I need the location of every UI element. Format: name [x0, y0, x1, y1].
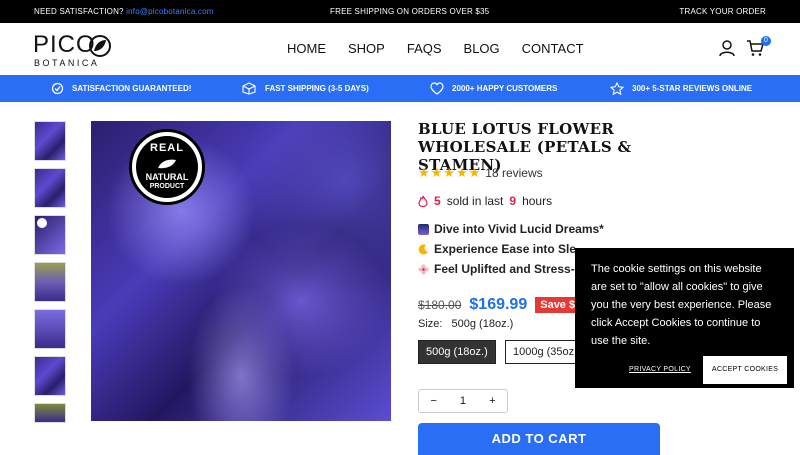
seal-line2: NATURAL: [145, 172, 189, 182]
feature-text: Feel Uplifted and Stress-: [434, 262, 575, 276]
seal-line1: REAL: [150, 142, 184, 154]
free-shipping-notice: FREE SHIPPING ON ORDERS OVER $35: [330, 7, 490, 16]
heart-icon: [430, 82, 444, 95]
track-order-link[interactable]: TRACK YOUR ORDER: [679, 7, 766, 16]
need-satisfaction: NEED SATISFACTION? info@picobotanica.com: [34, 7, 214, 16]
benefit-satisfaction: SATISFACTION GUARANTEED!: [51, 82, 191, 95]
add-to-cart-button[interactable]: ADD TO CART: [418, 423, 660, 455]
seal-line3: PRODUCT: [149, 183, 185, 190]
real-natural-product-seal: REAL NATURAL PRODUCT: [129, 129, 205, 205]
benefit-label: FAST SHIPPING (3-5 DAYS): [265, 84, 369, 93]
accept-cookies-button[interactable]: ACCEPT COOKIES: [702, 356, 788, 384]
increase-quantity-button[interactable]: +: [478, 395, 507, 407]
benefit-customers: 2000+ HAPPY CUSTOMERS: [430, 82, 557, 95]
feature-text: Experience Ease into Sle: [434, 242, 577, 256]
benefit-label: 2000+ HAPPY CUSTOMERS: [452, 84, 558, 93]
size-selector-label: Size: 500g (18oz.): [418, 318, 513, 330]
thumbnail-image[interactable]: [34, 262, 66, 302]
nav-shop[interactable]: SHOP: [348, 41, 385, 56]
nav-blog[interactable]: BLOG: [464, 41, 500, 56]
benefits-bar: SATISFACTION GUARANTEED! FAST SHIPPING (…: [0, 75, 800, 102]
top-announcement-bar: NEED SATISFACTION? info@picobotanica.com…: [0, 0, 800, 23]
thumbnail-gallery: [34, 121, 66, 430]
logo-sub: BOTANICA: [34, 58, 100, 68]
size-label: Size:: [418, 318, 443, 330]
badge-icon: [51, 82, 64, 95]
quantity-value[interactable]: 1: [448, 395, 477, 407]
shipping-box-icon: [242, 82, 256, 95]
sold-count: 5: [434, 194, 441, 208]
logo-brand: PICO: [33, 31, 96, 58]
size-value: 500g (18oz.): [451, 318, 514, 330]
feature-uplifted: Feel Uplifted and Stress-: [418, 262, 575, 276]
cookie-message: The cookie settings on this website are …: [591, 263, 772, 347]
leaf-icon: [158, 159, 176, 169]
moon-icon: [418, 243, 428, 254]
need-satisfaction-label: NEED SATISFACTION?: [34, 7, 124, 16]
original-price: $180.00: [418, 298, 462, 312]
feature-sleep: Experience Ease into Sle: [418, 242, 576, 256]
thumbnail-image[interactable]: [34, 309, 66, 349]
main-nav: HOME SHOP FAQS BLOG CONTACT: [287, 41, 584, 56]
decrease-quantity-button[interactable]: −: [419, 395, 448, 407]
save-badge: Save $: [535, 297, 581, 313]
benefit-label: SATISFACTION GUARANTEED!: [72, 84, 192, 93]
site-logo[interactable]: PICO BOTANICA: [33, 31, 113, 69]
thumbnail-image[interactable]: [34, 403, 66, 423]
sale-price: $169.99: [469, 296, 528, 313]
night-sky-icon: [418, 223, 429, 235]
sold-recently: 5 sold in last 9 hours: [418, 194, 552, 208]
nav-home[interactable]: HOME: [287, 41, 326, 56]
cookie-actions: PRIVACY POLICY ACCEPT COOKIES: [629, 356, 788, 384]
review-count: 18 reviews: [485, 166, 543, 180]
product-info: BLUE LOTUS FLOWER WHOLESALE (PETALS & ST…: [418, 120, 718, 455]
support-email-link[interactable]: info@picobotanica.com: [126, 7, 213, 16]
thumbnail-image[interactable]: [34, 215, 66, 255]
thumbnail-image[interactable]: [34, 168, 66, 208]
size-option-500g[interactable]: 500g (18oz.): [418, 340, 496, 364]
thumbnail-image[interactable]: [34, 121, 66, 161]
rating-stars: ★★★★★: [418, 165, 482, 180]
fire-icon: [418, 195, 428, 207]
benefit-shipping: FAST SHIPPING (3-5 DAYS): [242, 82, 369, 95]
hours-label: hours: [522, 194, 553, 208]
size-option-1000g[interactable]: 1000g (35oz: [505, 340, 585, 364]
leaf-icon: [89, 35, 111, 57]
nav-contact[interactable]: CONTACT: [522, 41, 584, 56]
price-row: $180.00 $169.99 Save $: [418, 296, 581, 314]
main-product-image[interactable]: REAL NATURAL PRODUCT: [91, 121, 391, 421]
feature-lucid-dreams: Dive into Vivid Lucid Dreams*: [418, 222, 604, 236]
sold-text: sold in last: [446, 194, 504, 208]
privacy-policy-link[interactable]: PRIVACY POLICY: [629, 361, 691, 379]
feature-text: Dive into Vivid Lucid Dreams*: [434, 222, 604, 236]
cart-count-badge: 0: [761, 36, 771, 46]
site-header: PICO BOTANICA HOME SHOP FAQS BLOG CONTAC…: [0, 23, 800, 75]
sold-hours: 9: [509, 194, 517, 208]
nav-faqs[interactable]: FAQS: [407, 41, 442, 56]
cookie-consent-banner: The cookie settings on this website are …: [575, 248, 794, 388]
quantity-stepper: − 1 +: [418, 389, 508, 413]
benefit-reviews: 300+ 5-STAR REVIEWS ONLINE: [610, 82, 752, 95]
star-icon: [610, 82, 624, 95]
flower-icon: [418, 264, 429, 274]
product-rating[interactable]: ★★★★★ 18 reviews: [418, 165, 543, 181]
user-account-icon[interactable]: [718, 39, 736, 57]
benefit-label: 300+ 5-STAR REVIEWS ONLINE: [632, 84, 753, 93]
thumbnail-image[interactable]: [34, 356, 66, 396]
